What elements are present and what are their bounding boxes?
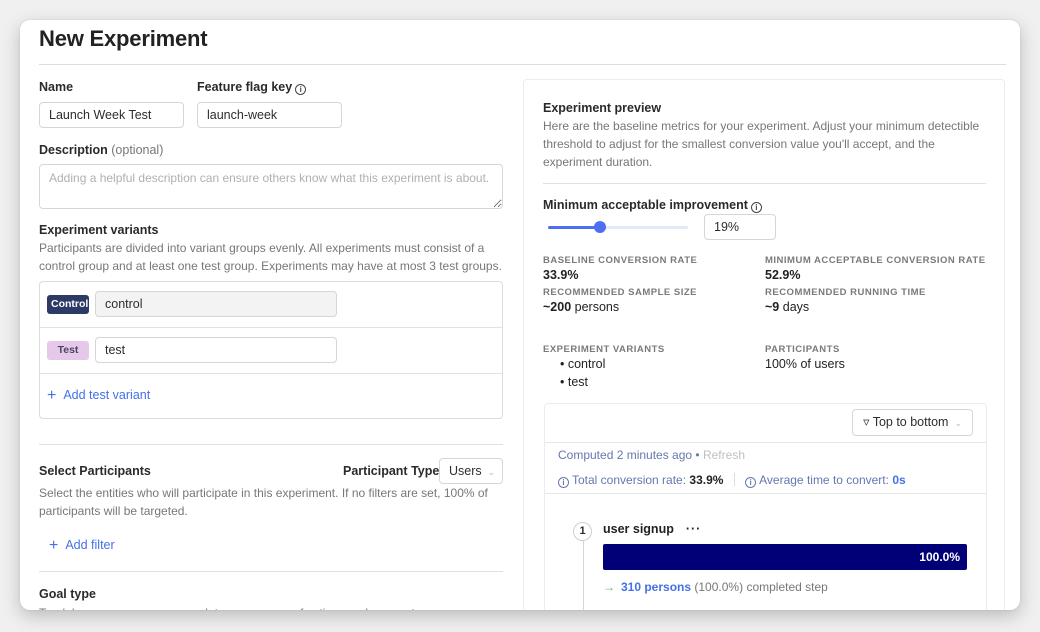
plus-icon: +	[47, 387, 57, 404]
step-result: → 310 persons (100.0%) completed step	[603, 580, 828, 594]
running-time-label: RECOMMENDED RUNNING TIME	[765, 287, 926, 298]
preview-help: Here are the baseline metrics for your e…	[543, 119, 980, 169]
variant-list-item: • control	[560, 357, 606, 371]
experiment-variants-label: EXPERIMENT VARIANTS	[543, 344, 665, 355]
divider	[733, 473, 735, 486]
chevron-down-icon: ⌄	[487, 467, 496, 477]
funnel-preview: ▿ Top to bottom ⌄ Computed 2 minutes ago …	[544, 403, 987, 610]
mai-input[interactable]: 19%	[704, 214, 776, 240]
refresh-link[interactable]: Refresh	[703, 448, 745, 462]
participants-stat-value: 100% of users	[765, 357, 845, 371]
experiment-window: New Experiment Name Launch Week Test Fea…	[20, 20, 1020, 610]
participants-stat-label: PARTICIPANTS	[765, 344, 840, 355]
mai-slider[interactable]	[548, 221, 688, 233]
variant-list-item: • test	[560, 375, 589, 389]
info-icon[interactable]: i	[558, 477, 569, 488]
min-rate-label: MINIMUM ACCEPTABLE CONVERSION RATE	[765, 255, 986, 266]
preview-title: Experiment preview	[543, 101, 662, 115]
participants-help: Select the entities who will participate…	[39, 486, 488, 518]
conversion-summary: i Total conversion rate: 33.9% i Average t…	[558, 473, 906, 488]
computed-status: Computed 2 minutes ago • Refresh	[558, 448, 745, 462]
mai-label: Minimum acceptable improvement i	[543, 198, 762, 213]
description-input[interactable]	[39, 164, 503, 209]
sample-size-label: RECOMMENDED SAMPLE SIZE	[543, 287, 698, 298]
feature-flag-label: Feature flag key i	[197, 80, 307, 95]
participant-type-label: Participant Type	[343, 464, 440, 478]
page-title: New Experiment	[39, 26, 208, 51]
step-bar-label: 100.0%	[919, 550, 960, 564]
chevron-down-icon: ⌄	[954, 418, 962, 428]
description-label: Description (optional)	[39, 143, 164, 157]
funnel-icon: ▿	[863, 415, 870, 429]
select-participants-label: Select Participants	[39, 464, 151, 478]
funnel-order-select[interactable]: ▿ Top to bottom ⌄	[852, 409, 973, 436]
control-variant-input: control	[95, 291, 337, 317]
goal-type-label: Goal type	[39, 587, 96, 601]
plus-icon: +	[49, 537, 59, 554]
experiment-preview-panel: Experiment preview Here are the baseline…	[523, 79, 1005, 610]
step-bar[interactable]: 100.0%	[603, 544, 967, 570]
info-icon[interactable]: i	[745, 477, 757, 488]
min-rate-value: 52.9%	[765, 268, 801, 282]
slider-fill	[548, 226, 600, 229]
variant-row-test: Test test	[40, 328, 502, 374]
slider-handle[interactable]	[593, 221, 606, 233]
section-divider	[39, 571, 503, 572]
persons-link[interactable]: 310 persons	[621, 580, 691, 594]
step-name: user signup ···	[603, 522, 702, 536]
info-icon[interactable]: i	[295, 84, 307, 95]
step-connector	[583, 541, 584, 610]
step-number: 1	[573, 522, 592, 541]
running-time-value: ~9 days	[765, 300, 810, 314]
baseline-value: 33.9%	[543, 268, 579, 282]
add-filter-button[interactable]: + Add filter	[49, 537, 115, 555]
test-badge: Test	[47, 341, 89, 360]
arrow-right-icon: →	[603, 580, 615, 594]
variants-help: Participants are divided into variant gr…	[39, 241, 502, 273]
more-icon[interactable]: ···	[686, 522, 702, 536]
goal-type-help: Track how many persons complete a sequen…	[39, 604, 421, 610]
funnel-step: 1 user signup ··· 100.0% → 310 persons (10…	[545, 493, 986, 610]
variant-row-control: Control control	[40, 282, 502, 328]
section-divider	[39, 444, 503, 445]
title-divider	[39, 64, 1006, 65]
funnel-header: ▿ Top to bottom ⌄	[545, 404, 986, 443]
test-variant-input[interactable]: test	[95, 337, 337, 363]
feature-flag-input[interactable]: launch-week	[197, 102, 342, 128]
name-input[interactable]: Launch Week Test	[39, 102, 184, 128]
info-icon[interactable]: i	[750, 202, 762, 213]
preview-divider	[543, 183, 986, 184]
participant-type-select[interactable]: Users ⌄	[439, 458, 503, 484]
sample-size-value: ~200 persons	[543, 300, 620, 314]
variants-label: Experiment variants	[39, 223, 159, 237]
control-badge: Control	[47, 295, 89, 314]
name-label: Name	[39, 80, 74, 94]
baseline-label: BASELINE CONVERSION RATE	[543, 255, 698, 266]
add-test-variant-button[interactable]: + Add test variant	[47, 387, 150, 405]
variants-list: Control control Test test + Add test vari…	[39, 281, 503, 419]
